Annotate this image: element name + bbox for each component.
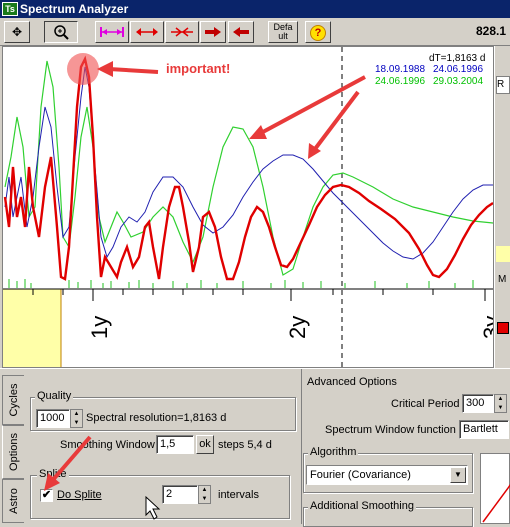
spin-up-icon[interactable]: ▲ (495, 395, 506, 403)
spectrum-chart[interactable]: important! dT=1,8163 d 18.09.1988 24.06.… (2, 46, 494, 368)
next-button[interactable] (200, 21, 226, 43)
critical-period-stepper[interactable]: ▲ ▼ (494, 394, 507, 413)
value-readout: 828.1 (475, 24, 506, 38)
app-icon: Ts (2, 2, 18, 16)
window-function-label: Spectrum Window function (325, 424, 456, 436)
expand-button[interactable] (130, 21, 164, 43)
help-button[interactable]: ? (305, 21, 331, 43)
x-tick-3y: 3y (479, 316, 493, 339)
legend-blue-end: 24.06.1996 (433, 64, 483, 75)
right-side-panel: R M (494, 46, 510, 368)
red-color-swatch[interactable] (497, 322, 509, 334)
window-preview (480, 453, 510, 524)
legend-green-start: 24.06.1996 (375, 76, 425, 87)
annotation-arrow-overlay (44, 435, 161, 520)
algorithm-select[interactable]: Fourier (Covariance) ▼ (306, 465, 468, 485)
right-panel-field[interactable]: R (496, 76, 510, 94)
title-bar: Ts Spectrum Analyzer (0, 0, 510, 18)
default-button[interactable]: Defa ult (268, 21, 298, 43)
annotation-arrows (97, 61, 366, 159)
options-panel: Cycles Options Astro Quality 1000 ▲ ▼ Spe… (0, 368, 510, 527)
legend-blue-start: 18.09.1988 (375, 64, 425, 75)
annotation-label: important! (166, 61, 230, 76)
advanced-options-title: Advanced Options (307, 376, 397, 388)
expand-icon (136, 28, 158, 36)
x-tick-1y: 1y (87, 316, 112, 339)
stretch-icon (100, 27, 124, 37)
zoom-icon (54, 25, 69, 40)
algorithm-label: Algorithm (308, 446, 359, 458)
right-panel-highlight (496, 246, 510, 262)
x-tick-2y: 2y (285, 316, 310, 339)
toolbar: ✥ Defa ult ? 828.1 (0, 18, 510, 46)
additional-smoothing-label: Additional Smoothing (308, 500, 416, 512)
spin-down-icon[interactable]: ▼ (495, 404, 506, 412)
critical-period-label: Critical Period (391, 398, 460, 410)
highlight-region (3, 289, 61, 367)
zoom-button[interactable] (44, 21, 78, 43)
compress-button[interactable] (165, 21, 199, 43)
compress-icon (171, 27, 193, 37)
arrow-right-icon (205, 27, 221, 37)
legend-green-end: 29.03.2004 (433, 76, 483, 87)
move-button[interactable]: ✥ (4, 21, 30, 43)
additional-smoothing-group: Additional Smoothing (303, 500, 473, 527)
window-function-input[interactable]: Bartlett (459, 420, 509, 439)
previous-button[interactable] (228, 21, 254, 43)
help-icon: ? (310, 25, 326, 41)
spectrum-plot[interactable]: important! dT=1,8163 d 18.09.1988 24.06.… (3, 47, 493, 367)
mouse-cursor-icon (145, 495, 161, 520)
default-label: Defa ult (273, 22, 293, 41)
algorithm-value: Fourier (Covariance) (310, 469, 411, 481)
stretch-button[interactable] (95, 21, 129, 43)
window-title: Spectrum Analyzer (20, 2, 129, 16)
dt-label: dT=1,8163 d (429, 53, 485, 64)
right-panel-marker: M (498, 274, 507, 285)
arrow-left-icon (233, 27, 249, 37)
move-icon: ✥ (11, 25, 23, 39)
critical-period-input[interactable]: 300 (462, 394, 494, 413)
chevron-down-icon[interactable]: ▼ (450, 467, 466, 483)
highlight-circle (67, 53, 99, 85)
